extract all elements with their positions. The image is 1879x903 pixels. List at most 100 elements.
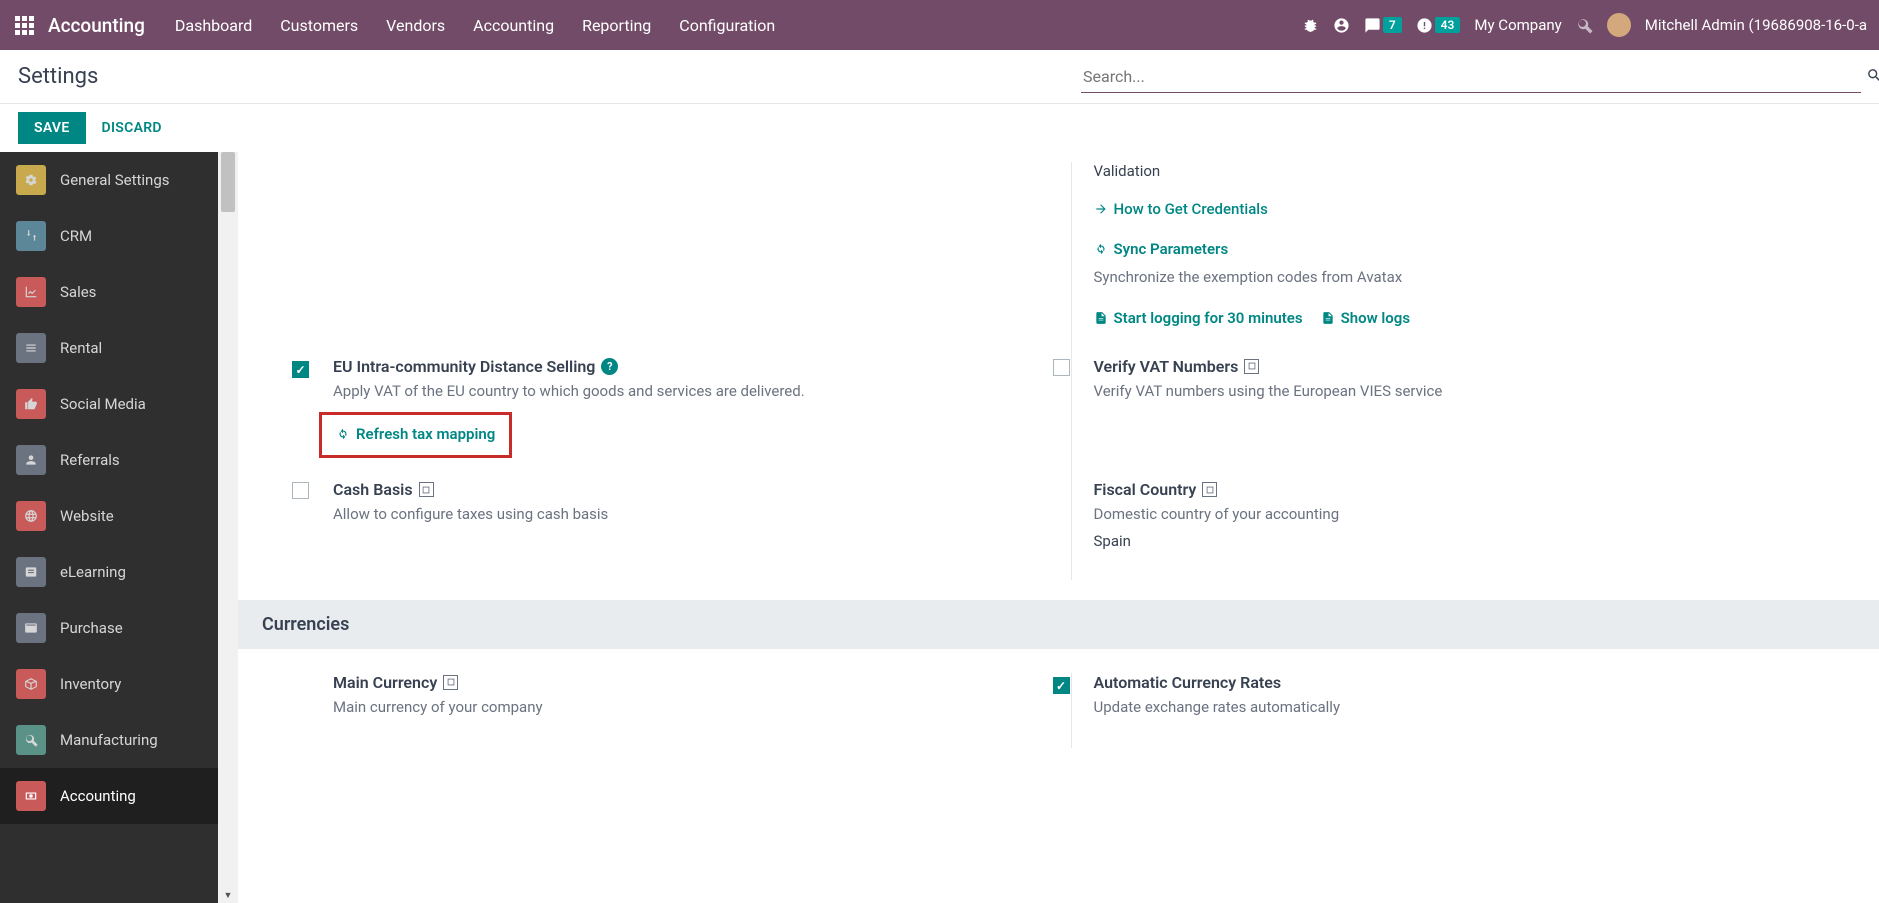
nav-dashboard[interactable]: Dashboard (175, 16, 252, 35)
enterprise-icon (419, 482, 434, 497)
sync-parameters-link[interactable]: Sync Parameters (1094, 240, 1229, 258)
sidebar-item-label: Manufacturing (60, 731, 158, 749)
scroll-down-arrow[interactable]: ▼ (218, 887, 238, 903)
sidebar-item-elearning[interactable]: eLearning (0, 544, 218, 600)
link-label: How to Get Credentials (1114, 200, 1268, 218)
sidebar-item-sales[interactable]: Sales (0, 264, 218, 320)
sidebar-item-label: eLearning (60, 563, 126, 581)
search-wrap (1081, 61, 1861, 93)
sidebar-item-accounting[interactable]: Accounting (0, 768, 218, 824)
sidebar-item-label: Social Media (60, 395, 146, 413)
company-selector[interactable]: My Company (1474, 16, 1561, 34)
nav-links: Dashboard Customers Vendors Accounting R… (175, 16, 1302, 35)
help-icon[interactable]: ? (601, 358, 618, 375)
breadcrumb-bar: Settings (0, 50, 1879, 104)
setting-title: Verify VAT Numbers (1094, 357, 1239, 376)
setting-desc: Apply VAT of the EU country to which goo… (333, 380, 1051, 403)
search-input[interactable] (1081, 61, 1861, 93)
setting-title: Cash Basis (333, 480, 413, 499)
money-icon (16, 781, 46, 811)
sidebar-scrollbar[interactable]: ▼ (218, 152, 238, 903)
sidebar-item-label: Purchase (60, 619, 123, 637)
people-icon (16, 445, 46, 475)
messages-icon[interactable]: 7 (1364, 17, 1402, 34)
scroll-thumb[interactable] (221, 152, 235, 212)
apps-menu-icon[interactable] (12, 13, 36, 37)
setting-desc: Verify VAT numbers using the European VI… (1094, 380, 1850, 403)
sidebar-item-label: Accounting (60, 787, 136, 805)
cash-basis-checkbox[interactable] (292, 482, 309, 499)
sidebar-item-label: Rental (60, 339, 102, 357)
activities-badge: 43 (1435, 17, 1461, 33)
main-layout: General Settings CRM Sales Rental Social… (0, 152, 1879, 903)
nav-customers[interactable]: Customers (280, 16, 358, 35)
handshake-icon (16, 221, 46, 251)
search-icon[interactable] (1866, 67, 1879, 88)
how-to-get-credentials-link[interactable]: How to Get Credentials (1094, 200, 1268, 218)
support-icon[interactable] (1333, 17, 1350, 34)
settings-content: Validation How to Get Credentials Sync P… (238, 152, 1879, 903)
setting-title: Main Currency (333, 673, 437, 692)
section-currencies: Currencies (238, 600, 1879, 649)
user-avatar[interactable] (1607, 13, 1631, 37)
fiscal-country-value[interactable]: Spain (1094, 532, 1850, 550)
gear-icon (16, 165, 46, 195)
enterprise-icon (1244, 359, 1259, 374)
nav-vendors[interactable]: Vendors (386, 16, 445, 35)
sidebar-item-general-settings[interactable]: General Settings (0, 152, 218, 208)
show-logs-link[interactable]: Show logs (1321, 309, 1410, 327)
refresh-tax-mapping-link[interactable]: Refresh tax mapping (336, 425, 495, 443)
sidebar-item-label: CRM (60, 227, 92, 245)
nav-reporting[interactable]: Reporting (582, 16, 651, 35)
link-label: Start logging for 30 minutes (1114, 309, 1303, 327)
chart-icon (16, 277, 46, 307)
debug-icon[interactable] (1302, 17, 1319, 34)
setting-title: Automatic Currency Rates (1094, 673, 1282, 692)
enterprise-icon (1202, 482, 1217, 497)
sidebar-item-label: General Settings (60, 171, 170, 189)
enterprise-icon (443, 675, 458, 690)
sync-desc: Synchronize the exemption codes from Ava… (1094, 266, 1850, 289)
cart-icon (16, 613, 46, 643)
globe-icon (16, 501, 46, 531)
start-logging-link[interactable]: Start logging for 30 minutes (1094, 309, 1303, 327)
wrench-icon (16, 725, 46, 755)
brand-title[interactable]: Accounting (48, 14, 145, 37)
user-name[interactable]: Mitchell Admin (19686908-16-0-a (1645, 16, 1867, 34)
sidebar-item-label: Sales (60, 283, 96, 301)
sidebar-item-social-media[interactable]: Social Media (0, 376, 218, 432)
book-icon (16, 557, 46, 587)
eu-distance-selling-checkbox[interactable] (292, 361, 309, 378)
sidebar-item-manufacturing[interactable]: Manufacturing (0, 712, 218, 768)
thumbs-up-icon (16, 389, 46, 419)
refresh-tax-mapping-highlight: Refresh tax mapping (319, 412, 512, 458)
sidebar-item-crm[interactable]: CRM (0, 208, 218, 264)
validation-label: Validation (1094, 162, 1850, 180)
discard-button[interactable]: DISCARD (102, 120, 162, 136)
setting-desc: Domestic country of your accounting (1094, 503, 1850, 526)
messages-badge: 7 (1383, 17, 1402, 33)
tools-icon[interactable] (1576, 17, 1593, 34)
sidebar-item-rental[interactable]: Rental (0, 320, 218, 376)
key-icon (16, 333, 46, 363)
link-label: Sync Parameters (1114, 240, 1229, 258)
nav-accounting[interactable]: Accounting (473, 16, 554, 35)
sidebar-item-label: Referrals (60, 451, 120, 469)
sidebar-item-purchase[interactable]: Purchase (0, 600, 218, 656)
sidebar-item-website[interactable]: Website (0, 488, 218, 544)
refresh-icon (1094, 242, 1108, 256)
refresh-icon (336, 427, 350, 441)
sidebar-item-referrals[interactable]: Referrals (0, 432, 218, 488)
save-button[interactable]: SAVE (18, 112, 86, 144)
auto-currency-rates-checkbox[interactable] (1053, 677, 1070, 694)
setting-desc: Allow to configure taxes using cash basi… (333, 503, 1051, 526)
settings-sidebar: General Settings CRM Sales Rental Social… (0, 152, 218, 903)
setting-title: Fiscal Country (1094, 480, 1197, 499)
sidebar-item-label: Website (60, 507, 114, 525)
activities-icon[interactable]: 43 (1416, 17, 1461, 34)
nav-configuration[interactable]: Configuration (679, 16, 775, 35)
link-label: Show logs (1341, 309, 1410, 327)
sidebar-item-label: Inventory (60, 675, 121, 693)
verify-vat-checkbox[interactable] (1053, 359, 1070, 376)
sidebar-item-inventory[interactable]: Inventory (0, 656, 218, 712)
